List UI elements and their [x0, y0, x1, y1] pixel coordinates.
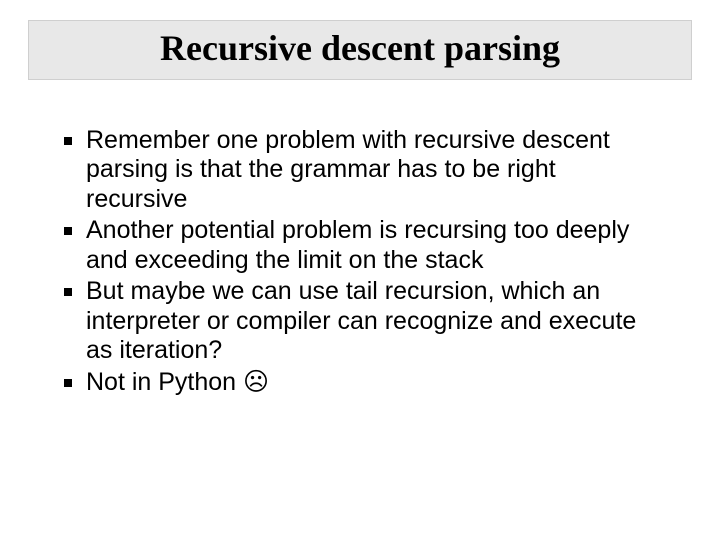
list-item: But maybe we can use tail recursion, whi… — [64, 277, 656, 366]
slide-title: Recursive descent parsing — [39, 29, 681, 69]
slide-body: Remember one problem with recursive desc… — [64, 126, 656, 398]
list-item: Another potential problem is recursing t… — [64, 216, 656, 275]
list-item: Not in Python ☹ — [64, 368, 656, 398]
title-bar: Recursive descent parsing — [28, 20, 692, 80]
bullet-list: Remember one problem with recursive desc… — [64, 126, 656, 398]
slide: Recursive descent parsing Remember one p… — [0, 20, 720, 560]
list-item: Remember one problem with recursive desc… — [64, 126, 656, 215]
